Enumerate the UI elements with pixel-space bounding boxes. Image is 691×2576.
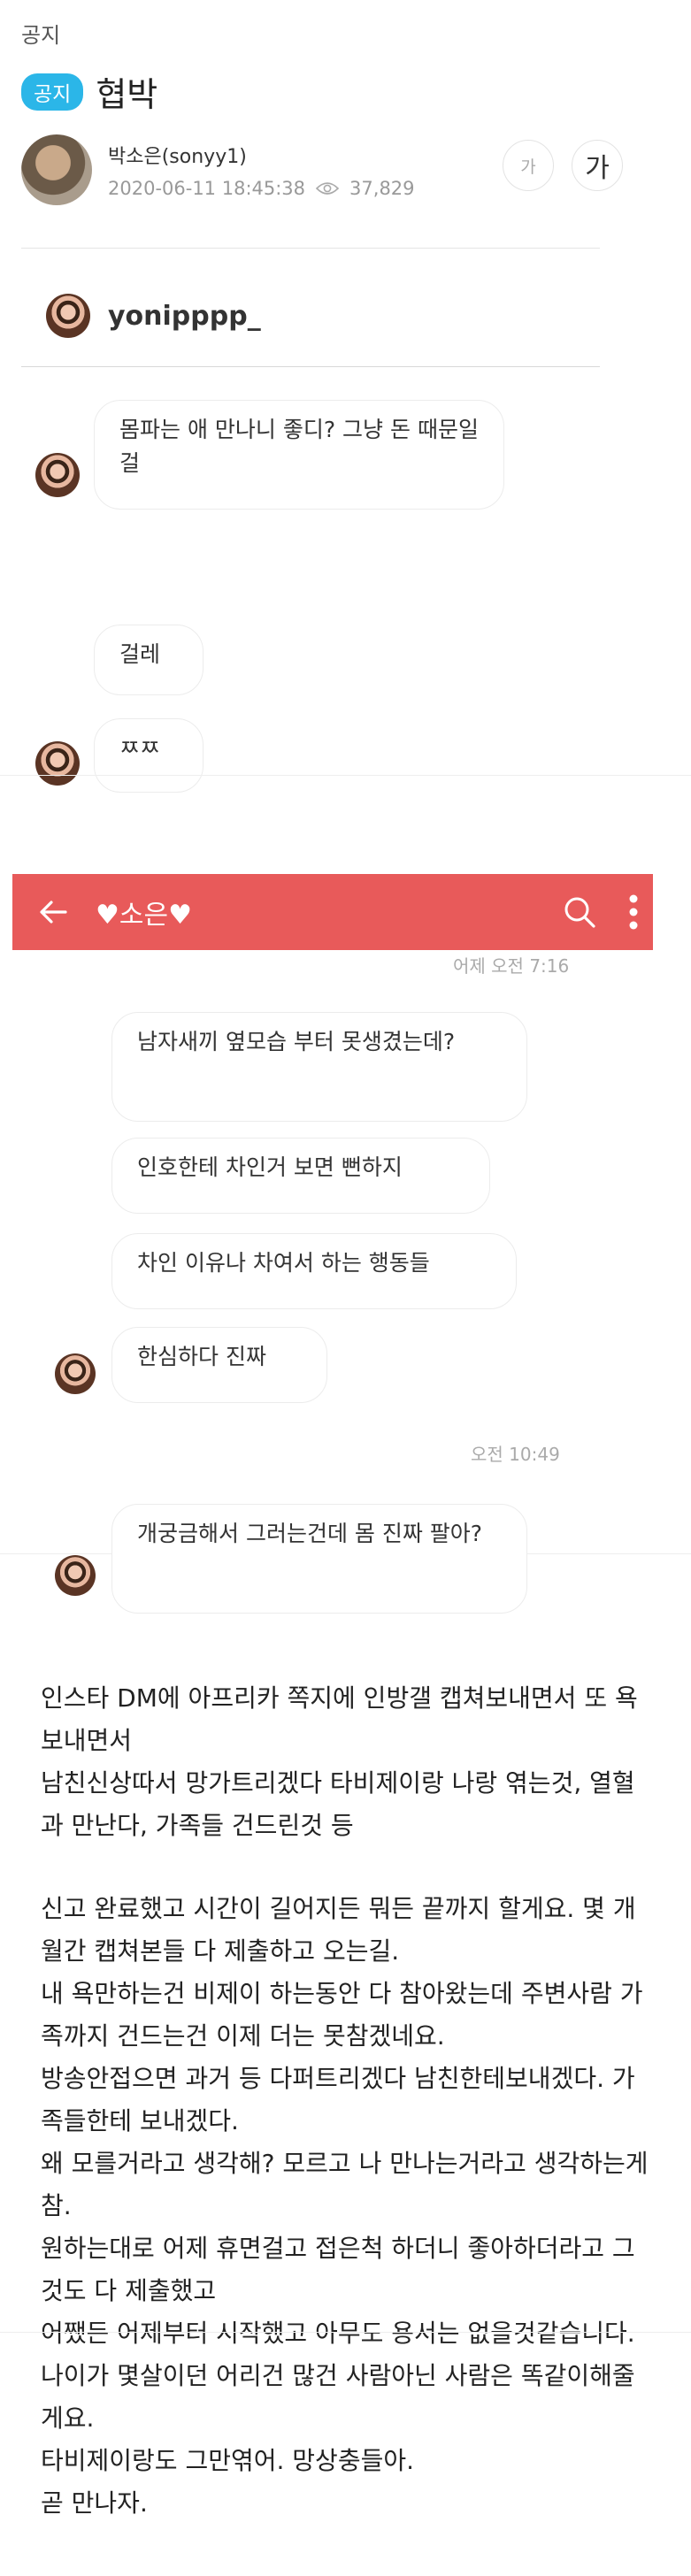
dm1-message: 몸파는 애 만나니 좋디? 그냥 돈 때문일걸 [94,400,504,510]
view-count: 37,829 [349,178,415,199]
search-icon[interactable] [563,895,596,929]
chat-header-bar: ♥소은♥ [12,874,653,950]
author-row: 박소은(sonyy1) 2020-06-11 18:45:38 37,829 [21,134,415,205]
post-title: 협박 [96,75,158,114]
body-line: 방송안접으면 과거 등 다퍼트리겠다 남친한테보내겠다. 가족들한테 보내겠다. [41,2064,635,2135]
dm1-message: ㅉㅉ [94,718,203,793]
post-title-row: 공지 협박 [21,67,157,116]
dm2-message: 차인 이유나 차여서 하는 행동들 [111,1233,517,1309]
dm1-header: yonipppp_ [46,294,261,338]
back-arrow-icon[interactable] [37,896,69,928]
post-body-paragraph: 신고 완료했고 시간이 길어지든 뭐든 끝까지 할게요. 몇 개월간 캡쳐본들 … [41,1888,651,2525]
body-line: 남친신상따서 망가트리겠다 타비제이랑 나랑 엮는것, 열혈과 만난다, 가족들… [41,1768,635,1840]
body-line: 원하는대로 어제 휴면걸고 접은척 하더니 좋아하더라고 그것도 다 제출했고 [41,2234,635,2305]
body-line: 왜 모를거라고 생각해? 모르고 나 만나는거라고 생각하는게 참. [41,2149,649,2220]
dm2-message: 한심하다 진짜 [111,1327,327,1403]
post-meta: 2020-06-11 18:45:38 37,829 [108,178,415,199]
dm1-header-avatar [46,294,90,338]
dm1-message: 걸레 [94,625,203,695]
body-line: 신고 완료했고 시간이 길어지든 뭐든 끝까지 할게요. 몇 개월간 캡쳐본들 … [41,1894,636,1966]
body-line: 곧 만나자. [41,2488,148,2518]
dm1-username: yonipppp_ [108,300,261,332]
body-line: 인스타 DM에 아프리카 쪽지에 인방갤 캡쳐보내면서 또 욕보내면서 [41,1683,638,1755]
dm2-sender-avatar [55,1353,96,1394]
font-size-decrease-button[interactable]: 가 [503,140,554,191]
chat-contact-name: ♥소은♥ [96,900,192,931]
more-vertical-icon[interactable] [628,893,639,931]
dm1-sender-avatar [35,741,80,786]
post-date: 2020-06-11 18:45:38 [108,178,306,199]
eye-icon [316,182,340,195]
dm2-message: 인호한테 차인거 보면 뻔하지 [111,1138,490,1214]
author-info: 박소은(sonyy1) 2020-06-11 18:45:38 37,829 [108,141,415,199]
message-timestamp: 어제 오전 7:16 [453,955,570,977]
dm2-sender-avatar [55,1555,96,1596]
body-line: 타비제이랑도 그만엮어. 망상충들아. [41,2446,415,2475]
dm1-header-divider [21,366,600,367]
author-avatar[interactable] [21,134,92,205]
screenshot-separator [0,775,691,776]
board-category[interactable]: 공지 [21,18,60,49]
body-line: 내 욕만하는건 비제이 하는동안 다 참아왔는데 주변사람 가족까지 건드는건 … [41,1979,643,2051]
author-name[interactable]: 박소은(sonyy1) [108,141,415,169]
dm2-message: 개궁금해서 그러는건데 몸 진짜 팔아? [111,1504,527,1614]
notice-badge: 공지 [21,73,84,111]
dm1-sender-avatar [35,453,80,497]
dm2-message: 남자새끼 옆모습 부터 못생겼는데? [111,1012,527,1122]
message-timestamp: 오전 10:49 [471,1444,560,1465]
screenshot-separator [0,2332,691,2333]
font-size-increase-button[interactable]: 가 [572,140,623,191]
header-divider [21,248,600,249]
post-body-paragraph: 인스타 DM에 아프리카 쪽지에 인방갤 캡쳐보내면서 또 욕보내면서 남친신상… [41,1677,651,1847]
